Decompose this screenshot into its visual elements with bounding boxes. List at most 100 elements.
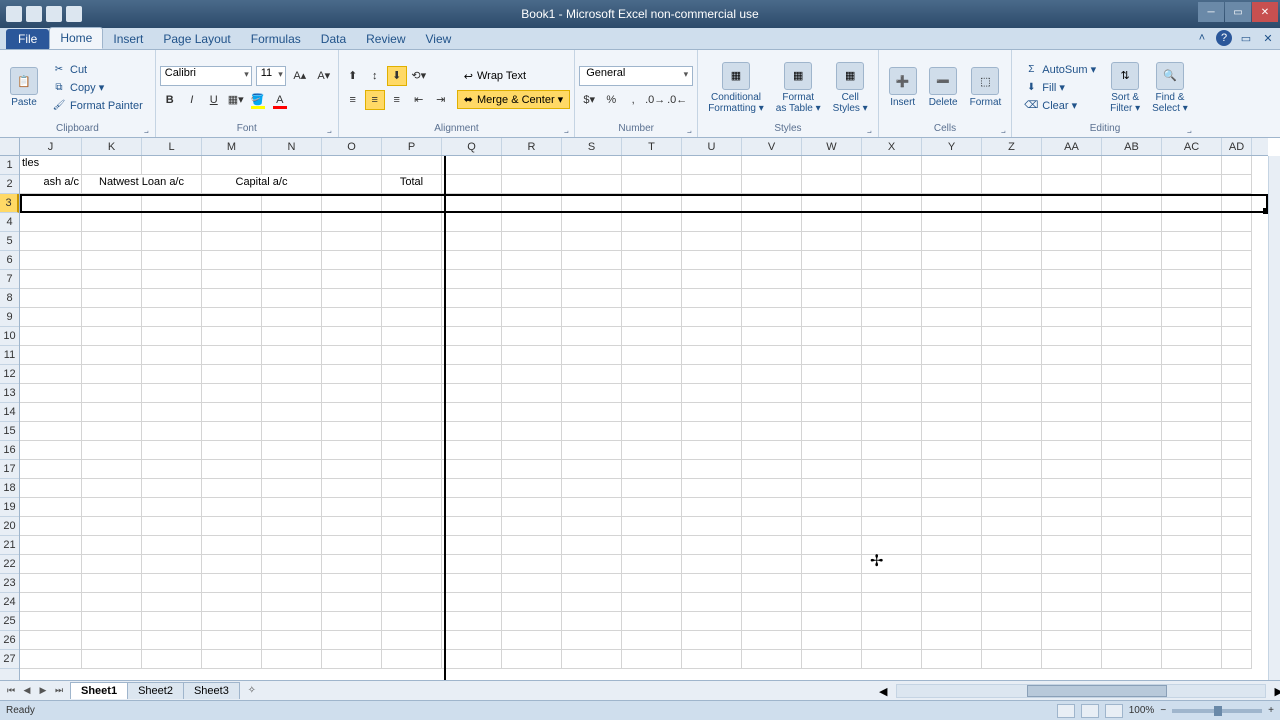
cell[interactable] [382, 365, 442, 384]
number-format-combo[interactable]: General [579, 66, 693, 86]
cell[interactable] [802, 536, 862, 555]
cell[interactable] [682, 479, 742, 498]
align-right-button[interactable]: ≡ [387, 90, 407, 110]
cell[interactable] [622, 346, 682, 365]
insert-cells-button[interactable]: ➕Insert [883, 65, 923, 110]
cell[interactable] [1042, 631, 1102, 650]
cell[interactable] [442, 308, 502, 327]
accounting-button[interactable]: $▾ [579, 90, 599, 110]
tab-formulas[interactable]: Formulas [241, 29, 311, 49]
cell[interactable] [1222, 270, 1252, 289]
cell[interactable] [382, 232, 442, 251]
cell[interactable] [1102, 194, 1162, 213]
cell[interactable] [862, 441, 922, 460]
cell[interactable] [682, 308, 742, 327]
cell[interactable] [502, 517, 562, 536]
cell[interactable] [502, 365, 562, 384]
cell[interactable] [1042, 517, 1102, 536]
cell[interactable] [1162, 327, 1222, 346]
col-header-R[interactable]: R [502, 138, 562, 155]
cell[interactable] [442, 593, 502, 612]
cell[interactable] [1042, 479, 1102, 498]
cell[interactable] [382, 536, 442, 555]
font-color-button[interactable]: A [270, 90, 290, 110]
cell[interactable] [802, 194, 862, 213]
cell[interactable] [1102, 289, 1162, 308]
cell[interactable] [1222, 232, 1252, 251]
cell[interactable] [202, 498, 262, 517]
cell[interactable] [742, 593, 802, 612]
cell[interactable] [262, 289, 322, 308]
cell[interactable] [622, 574, 682, 593]
cell[interactable] [502, 650, 562, 669]
cell[interactable] [322, 327, 382, 346]
cell[interactable] [82, 574, 142, 593]
row-header-12[interactable]: 12 [0, 365, 19, 384]
cell[interactable] [562, 574, 622, 593]
cell[interactable] [20, 593, 82, 612]
col-header-AD[interactable]: AD [1222, 138, 1252, 155]
col-header-M[interactable]: M [202, 138, 262, 155]
cell[interactable] [862, 498, 922, 517]
cell[interactable] [742, 232, 802, 251]
cell[interactable] [142, 498, 202, 517]
cell[interactable] [442, 612, 502, 631]
cell[interactable] [20, 308, 82, 327]
cell[interactable] [322, 498, 382, 517]
row-header-14[interactable]: 14 [0, 403, 19, 422]
cell[interactable] [922, 194, 982, 213]
cell[interactable] [262, 232, 322, 251]
maximize-button[interactable]: ▭ [1225, 2, 1251, 22]
cell[interactable] [562, 460, 622, 479]
cell[interactable] [1042, 365, 1102, 384]
cell[interactable] [802, 650, 862, 669]
cell[interactable] [562, 384, 622, 403]
zoom-out-button[interactable]: − [1160, 705, 1166, 716]
cell[interactable] [502, 156, 562, 175]
cell[interactable] [262, 365, 322, 384]
cell-grid[interactable]: tlesash a/cNatwest Loan a/cCapital a/cTo… [20, 156, 1268, 680]
align-top-button[interactable]: ⬆ [343, 66, 363, 86]
cell[interactable] [742, 308, 802, 327]
cell[interactable] [562, 289, 622, 308]
cell[interactable] [82, 251, 142, 270]
col-header-J[interactable]: J [20, 138, 82, 155]
cell[interactable] [142, 403, 202, 422]
cell[interactable] [562, 156, 622, 175]
cell[interactable] [682, 346, 742, 365]
window-restore-icon[interactable]: ▭ [1238, 30, 1254, 46]
cell[interactable] [1222, 650, 1252, 669]
cell[interactable] [862, 593, 922, 612]
cell[interactable] [322, 460, 382, 479]
cell[interactable] [982, 612, 1042, 631]
cell[interactable] [1102, 346, 1162, 365]
cell[interactable] [622, 213, 682, 232]
cell[interactable] [322, 555, 382, 574]
cell[interactable] [562, 327, 622, 346]
cell[interactable] [142, 365, 202, 384]
cell[interactable] [382, 555, 442, 574]
undo-icon[interactable] [46, 6, 62, 22]
cell[interactable] [382, 612, 442, 631]
cell[interactable] [682, 536, 742, 555]
cell[interactable] [142, 194, 202, 213]
cell[interactable] [20, 213, 82, 232]
cell[interactable] [562, 365, 622, 384]
cell[interactable] [922, 365, 982, 384]
cell[interactable] [202, 346, 262, 365]
cell[interactable] [982, 289, 1042, 308]
cell[interactable] [502, 270, 562, 289]
cell[interactable] [1102, 612, 1162, 631]
cell[interactable] [502, 460, 562, 479]
cell[interactable] [982, 441, 1042, 460]
cell[interactable] [262, 213, 322, 232]
conditional-formatting-button[interactable]: ▦Conditional Formatting ▾ [702, 60, 770, 116]
cell[interactable] [262, 156, 322, 175]
cell[interactable] [982, 555, 1042, 574]
cell[interactable] [82, 479, 142, 498]
cell[interactable] [20, 574, 82, 593]
cell[interactable] [922, 498, 982, 517]
cell[interactable] [1222, 441, 1252, 460]
cell[interactable] [562, 346, 622, 365]
cell[interactable] [502, 593, 562, 612]
